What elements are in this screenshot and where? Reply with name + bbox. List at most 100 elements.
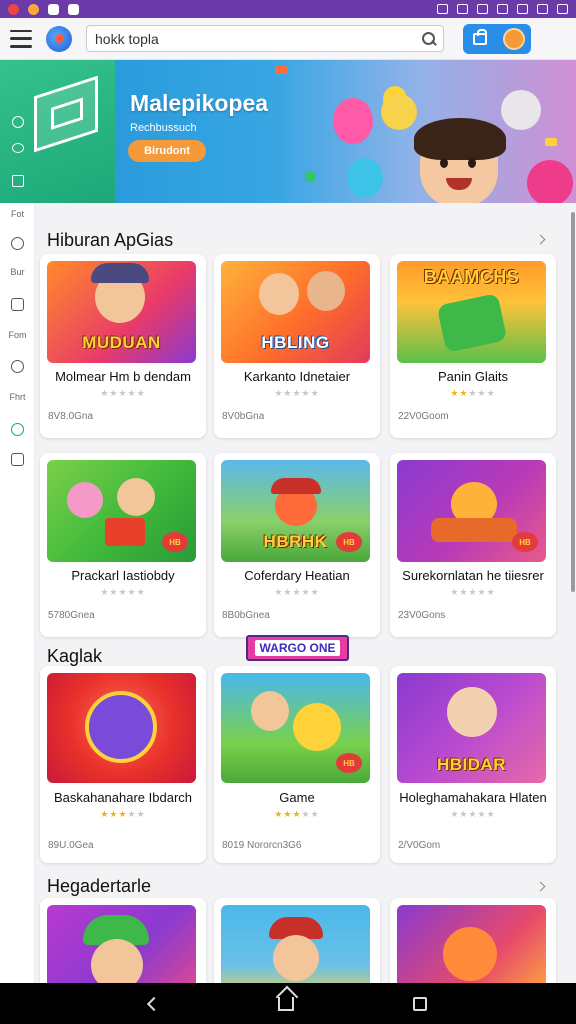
- toy-cart: [431, 518, 517, 542]
- character-hat: [91, 263, 149, 283]
- character-face: [447, 687, 497, 737]
- rail-item-label: Fom: [8, 330, 27, 340]
- banner-cta-button[interactable]: Birudont: [128, 140, 206, 162]
- app-card-title: Prackarl Iastiobdy: [71, 568, 175, 583]
- notification-icon: [28, 3, 39, 15]
- app-card-title: Surekornlatan he tiiesrer: [402, 568, 544, 583]
- gem-shape: [436, 293, 508, 353]
- settings-icon: [477, 4, 488, 14]
- rail-item-bur[interactable]: Bur: [0, 267, 35, 277]
- rail-item-fot[interactable]: Fot: [0, 209, 35, 219]
- banner-side-icon[interactable]: [12, 143, 24, 153]
- app-card-size: 22V0Goom: [398, 411, 449, 422]
- status-bar: [0, 0, 576, 18]
- app-thumbnail: [397, 905, 546, 983]
- banner-kid-hair: [414, 118, 506, 160]
- compass-icon: [11, 237, 24, 250]
- battery-icon: [557, 4, 568, 14]
- app-card[interactable]: [390, 898, 556, 983]
- banner-side-icon[interactable]: [12, 175, 24, 187]
- home-icon: [11, 298, 24, 311]
- app-card-title: Coferdary Heatian: [244, 568, 350, 583]
- app-thumbnail: [221, 905, 370, 983]
- coin-icon: [503, 27, 525, 50]
- app-logo[interactable]: [46, 25, 72, 52]
- home-nav-icon[interactable]: [277, 996, 294, 1011]
- app-card[interactable]: [214, 898, 380, 983]
- gift-box: [105, 518, 145, 546]
- app-card-title: Panin Glaits: [437, 369, 509, 384]
- app-card-title: Game: [279, 790, 315, 805]
- bag-icon: [473, 28, 487, 45]
- confetti: [545, 138, 557, 146]
- section-title: Hegadertarle: [47, 876, 152, 896]
- rail-item-home[interactable]: [0, 298, 35, 311]
- character-face: [91, 939, 143, 983]
- thumb-word: BAAMCHS: [423, 267, 520, 287]
- app-card[interactable]: MUDUAN Molmear Hm b dendam ★★★★★ 8V8.0Gn…: [40, 254, 206, 438]
- search-icon[interactable]: [421, 31, 437, 47]
- app-card[interactable]: HB Surekornlatan he tiiesrer ★★★★★ 23V0G…: [390, 453, 556, 637]
- emoji-ball: [381, 94, 417, 130]
- ball: [527, 160, 573, 203]
- banner-title: Malepikopea: [130, 90, 269, 116]
- window-icon: [11, 453, 24, 466]
- app-card-size: 2/V0Gom: [398, 840, 441, 851]
- thumb-word: HBIDAR: [436, 755, 507, 774]
- character-face: [67, 482, 103, 518]
- badge-icon: HB: [336, 532, 362, 552]
- badge-icon: HB: [512, 532, 538, 552]
- app-card[interactable]: [40, 898, 206, 983]
- character-hat: [271, 478, 321, 494]
- rail-item-compass[interactable]: [0, 237, 35, 250]
- search-input[interactable]: hokk topla: [86, 25, 444, 52]
- app-thumbnail: HB: [47, 460, 196, 562]
- app-card[interactable]: HBIDAR Holeghamahakara Hlaten ★★★★★ 2/V0…: [390, 666, 556, 863]
- app-card-size: 8V0bGna: [222, 411, 265, 422]
- section-title: Hiburan ApGias: [47, 230, 174, 250]
- rail-item-fhrt[interactable]: Fhrt: [0, 392, 35, 402]
- character-face: [443, 927, 497, 981]
- app-card[interactable]: HBRHK HB Coferdary Heatian ★★★★★ 8B0bGne…: [214, 453, 380, 637]
- balloon: [333, 98, 373, 144]
- badge-icon: HB: [162, 532, 188, 552]
- confetti: [275, 66, 287, 74]
- overlay-tag-text: WARGO ONE: [255, 640, 340, 656]
- app-thumbnail: MUDUAN: [47, 261, 196, 363]
- chevron-right-icon[interactable]: [535, 881, 546, 892]
- character-face: [251, 691, 289, 731]
- app-card-title: Baskahanahare Ibdarch: [53, 790, 193, 805]
- banner-side-icon[interactable]: [12, 116, 24, 128]
- rail-item-window[interactable]: [0, 453, 35, 466]
- app-card[interactable]: HB Game ★★★★★ 8019 Nororcn3G6: [214, 666, 380, 863]
- main-content[interactable]: Hiburan ApGias MUDUAN Molmear Hm b denda…: [35, 203, 576, 983]
- wifi-icon: [537, 4, 548, 14]
- recent-apps-icon[interactable]: [412, 996, 427, 1011]
- app-card[interactable]: BAAMCHS Panin Glaits ★★★★★ 22V0Goom: [390, 254, 556, 438]
- app-card-size: 89U.0Gea: [48, 840, 94, 851]
- rail-item-label: Fhrt: [9, 392, 26, 402]
- emoji-ball: [293, 703, 341, 751]
- promo-banner[interactable]: [0, 60, 576, 203]
- banner-logo: [34, 75, 98, 153]
- app-notification-icon: [48, 3, 59, 15]
- rail-item-shield[interactable]: [0, 423, 35, 436]
- rail-item-rocket[interactable]: [0, 360, 35, 373]
- rail-item-fom[interactable]: Fom: [0, 330, 35, 340]
- check-icon: [68, 3, 79, 15]
- back-icon[interactable]: [147, 996, 162, 1011]
- rail-item-label: Fot: [10, 209, 24, 219]
- hamburger-menu-icon[interactable]: [10, 29, 32, 48]
- scrollbar[interactable]: [571, 212, 575, 592]
- thumb-word: MUDUAN: [82, 333, 161, 352]
- app-card[interactable]: HB Prackarl Iastiobdy ★★★★★ 5780Gnea: [40, 453, 206, 637]
- app-thumbnail: HB: [397, 460, 546, 562]
- cart-wallet-button[interactable]: [463, 23, 531, 54]
- star-rating: ★★★★★: [100, 388, 146, 398]
- app-card-size: 8V8.0Gna: [48, 411, 94, 422]
- chevron-right-icon[interactable]: [535, 234, 546, 245]
- app-card[interactable]: Baskahanahare Ibdarch ★★★★★ 89U.0Gea: [40, 666, 206, 863]
- section-title: Kaglak: [47, 646, 103, 666]
- shield-icon: [11, 423, 24, 436]
- app-card[interactable]: HBLING Karkanto Idnetaier ★★★★★ 8V0bGna: [214, 254, 380, 438]
